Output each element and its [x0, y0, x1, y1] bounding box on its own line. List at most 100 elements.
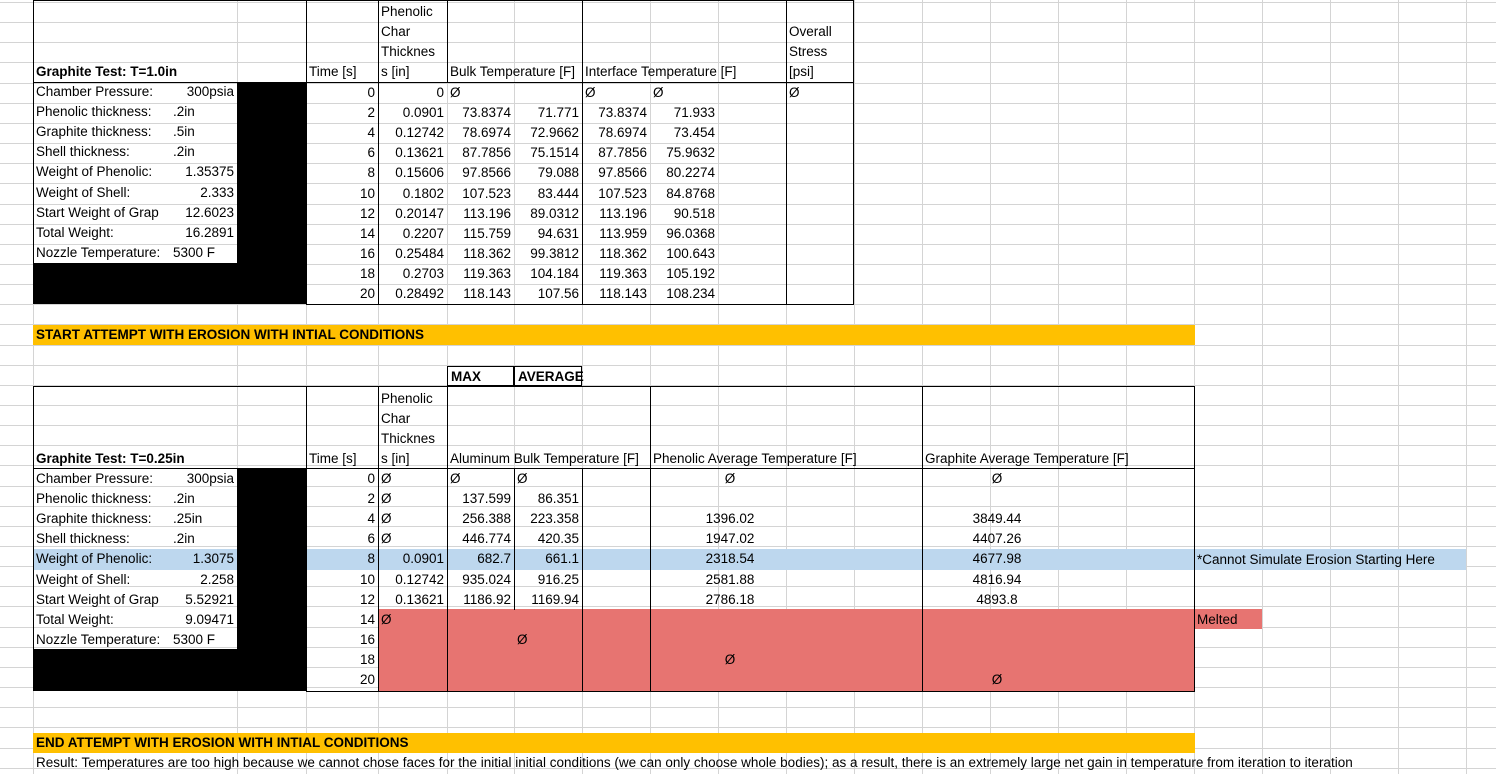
t2-phenolic-cell[interactable]	[378, 670, 447, 690]
t2-alu-max-cell[interactable]: 682.7	[447, 549, 514, 569]
t1-bulk-max-cell[interactable]: 118.362	[447, 244, 514, 264]
t1-stress-head-line[interactable]: [psi]	[786, 62, 814, 82]
t1-stress-head-line[interactable]: Overall	[786, 22, 832, 42]
t2-time-cell[interactable]: 10	[306, 570, 378, 590]
t2-alu-avg-cell[interactable]	[514, 650, 582, 670]
t1-phenolic-cell[interactable]: 0.13621	[378, 143, 447, 163]
t1-iface-max-cell[interactable]: Ø	[582, 83, 650, 103]
t1-stress-cell[interactable]	[786, 264, 853, 284]
t2-alu-avg-cell[interactable]	[514, 610, 582, 630]
t1-bulk-avg-cell[interactable]: 89.0312	[514, 204, 582, 224]
t2-alu-avg-cell[interactable]	[514, 670, 582, 690]
t1-bulk-max-cell[interactable]: 118.143	[447, 284, 514, 304]
t2-alu-max-cell[interactable]: 935.024	[447, 570, 514, 590]
t2-param-value[interactable]: .25in	[170, 509, 202, 529]
t2-time-cell[interactable]: 14	[306, 610, 378, 630]
t2-param-value[interactable]: .2in	[170, 489, 195, 509]
t2-graphite-avg-cell[interactable]	[922, 630, 1072, 650]
t1-header-interface[interactable]: Interface Temperature [F]	[582, 62, 736, 82]
banner-start-text[interactable]: START ATTEMPT WITH EROSION WITH INTIAL C…	[33, 325, 424, 345]
t2-alu-avg-cell[interactable]: 661.1	[514, 549, 582, 569]
t2-param-value[interactable]: 300psia	[160, 469, 237, 489]
t1-bulk-max-cell[interactable]: 87.7856	[447, 143, 514, 163]
t1-time-cell[interactable]: 0	[306, 83, 378, 103]
t2-header-time[interactable]: Time [s]	[306, 449, 357, 469]
t2-alu-max-cell[interactable]	[447, 670, 514, 690]
t1-iface-avg-cell[interactable]: 96.0368	[650, 224, 718, 244]
t2-param-label[interactable]: Graphite thickness:	[33, 509, 152, 529]
t1-param-value[interactable]: 12.6023	[160, 203, 237, 223]
t1-header-time[interactable]: Time [s]	[306, 62, 357, 82]
t1-phenolic-cell[interactable]: 0.2703	[378, 264, 447, 284]
t1-time-cell[interactable]: 16	[306, 244, 378, 264]
t2-header-aluminum[interactable]: Aluminum Bulk Temperature [F]	[447, 449, 650, 469]
t1-ph-head-line[interactable]: Char	[378, 22, 410, 42]
t2-time-cell[interactable]: 8	[306, 549, 378, 569]
t2-alu-max-cell[interactable]	[447, 610, 514, 630]
t1-bulk-max-cell[interactable]: Ø	[447, 83, 514, 103]
t1-time-cell[interactable]: 8	[306, 163, 378, 183]
t1-ph-head-line[interactable]: Phenolic	[378, 2, 433, 22]
t2-time-cell[interactable]: 4	[306, 509, 378, 529]
t2-param-label[interactable]: Chamber Pressure:	[33, 469, 153, 489]
t1-param-label[interactable]: Start Weight of Grap	[33, 203, 159, 223]
t1-time-cell[interactable]: 18	[306, 264, 378, 284]
t1-bulk-avg-cell[interactable]: 72.9662	[514, 123, 582, 143]
t2-alu-avg-cell[interactable]: 916.25	[514, 570, 582, 590]
t1-bulk-avg-cell[interactable]	[514, 83, 582, 103]
t2-graphite-avg-cell[interactable]	[922, 489, 1072, 509]
t1-bulk-avg-cell[interactable]: 99.3812	[514, 244, 582, 264]
t2-phenolic-avg-cell[interactable]: 2318.54	[650, 549, 810, 569]
t1-bulk-max-cell[interactable]: 78.6974	[447, 123, 514, 143]
t1-iface-avg-cell[interactable]: Ø	[650, 83, 718, 103]
t1-stress-head-line[interactable]: Stress	[786, 42, 827, 62]
t2-graphite-avg-cell[interactable]: 4816.94	[922, 570, 1072, 590]
t2-phenolic-cell[interactable]	[378, 650, 447, 670]
t2-alu-avg-cell[interactable]: Ø	[514, 469, 582, 489]
t1-param-value[interactable]: 300psia	[160, 82, 237, 102]
t1-param-label[interactable]: Weight of Phenolic:	[33, 162, 152, 182]
t2-alu-avg-cell[interactable]: 1169.94	[514, 590, 582, 610]
t1-param-value[interactable]: 16.2891	[160, 223, 237, 243]
t2-phenolic-avg-cell[interactable]	[650, 630, 810, 650]
t1-bulk-avg-cell[interactable]: 71.771	[514, 103, 582, 123]
t1-time-cell[interactable]: 12	[306, 204, 378, 224]
t2-time-cell[interactable]: 18	[306, 650, 378, 670]
t1-iface-avg-cell[interactable]: 105.192	[650, 264, 718, 284]
t1-stress-cell[interactable]	[786, 123, 853, 143]
t1-iface-max-cell[interactable]: 113.959	[582, 224, 650, 244]
t2-phenolic-avg-cell[interactable]	[650, 670, 810, 690]
t2-title[interactable]: Graphite Test: T=0.25in	[33, 449, 185, 469]
t2-graphite-avg-cell[interactable]	[922, 650, 1072, 670]
t2-param-value[interactable]: 1.3075	[160, 549, 237, 569]
t2-time-cell[interactable]: 20	[306, 670, 378, 690]
t1-ph-head-line[interactable]: Thicknes	[378, 42, 435, 62]
t2-ph-head-line[interactable]: Char	[378, 409, 410, 429]
t2-ph-head-line[interactable]: Phenolic	[378, 389, 433, 409]
t1-iface-max-cell[interactable]: 78.6974	[582, 123, 650, 143]
t2-graphite-avg-cell[interactable]: Ø	[922, 469, 1072, 489]
t2-phenolic-avg-cell[interactable]	[650, 610, 810, 630]
t2-time-cell[interactable]: 16	[306, 630, 378, 650]
t1-iface-max-cell[interactable]: 113.196	[582, 204, 650, 224]
t1-phenolic-cell[interactable]: 0.28492	[378, 284, 447, 304]
t2-phenolic-avg-cell[interactable]: Ø	[650, 650, 810, 670]
t1-iface-max-cell[interactable]: 119.363	[582, 264, 650, 284]
t1-stress-cell[interactable]	[786, 184, 853, 204]
t2-alu-avg-cell[interactable]: 420.35	[514, 529, 582, 549]
t1-stress-cell[interactable]	[786, 163, 853, 183]
t2-alu-avg-cell[interactable]: 86.351	[514, 489, 582, 509]
t1-phenolic-cell[interactable]: 0	[378, 83, 447, 103]
t1-param-label[interactable]: Phenolic thickness:	[33, 102, 152, 122]
t2-phenolic-avg-cell[interactable]: 2786.18	[650, 590, 810, 610]
t1-iface-avg-cell[interactable]: 71.933	[650, 103, 718, 123]
t1-iface-avg-cell[interactable]: 108.234	[650, 284, 718, 304]
t2-alu-avg-cell[interactable]: 223.358	[514, 509, 582, 529]
t1-bulk-max-cell[interactable]: 115.759	[447, 224, 514, 244]
t1-stress-cell[interactable]	[786, 244, 853, 264]
t2-param-value[interactable]: 5300 F	[170, 630, 215, 650]
t2-phenolic-avg-cell[interactable]: 1396.02	[650, 509, 810, 529]
t2-phenolic-cell[interactable]: 0.12742	[378, 570, 447, 590]
t1-iface-max-cell[interactable]: 97.8566	[582, 163, 650, 183]
t1-iface-avg-cell[interactable]: 100.643	[650, 244, 718, 264]
